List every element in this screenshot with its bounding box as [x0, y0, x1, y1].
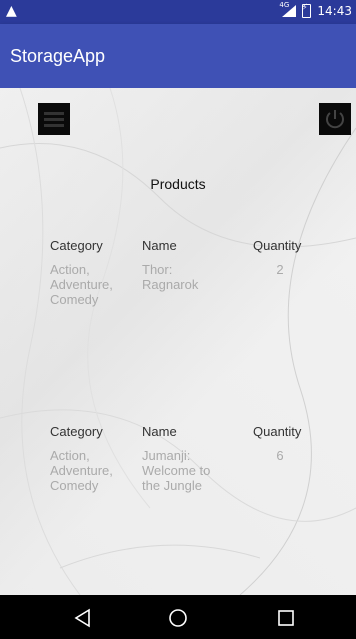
- menu-button[interactable]: [38, 103, 70, 135]
- category-header: Category: [50, 238, 103, 253]
- product-quantity: 6: [276, 448, 284, 463]
- signal-icon: 4G: [279, 1, 297, 17]
- product-name: Thor: Ragnarok: [142, 262, 199, 292]
- app-title: StorageApp: [10, 46, 106, 66]
- clock: 14:43: [317, 4, 352, 18]
- product-category: Action, Adventure, Comedy: [50, 262, 113, 307]
- category-header: Category: [50, 424, 103, 439]
- page-title: Products: [150, 176, 206, 192]
- quantity-header: Quantity: [253, 238, 302, 253]
- navigation-bar: [0, 595, 356, 639]
- product-quantity: 2: [276, 262, 284, 277]
- status-bar: ▲ 4G 14:43: [0, 0, 356, 24]
- logout-button[interactable]: [319, 103, 351, 135]
- name-header: Name: [142, 238, 177, 253]
- product-name: Jumanji: Welcome to the Jungle: [142, 448, 211, 493]
- recents-icon[interactable]: [275, 607, 297, 629]
- status-icons: 4G 14:43: [279, 1, 352, 18]
- back-icon[interactable]: [72, 607, 94, 629]
- name-header: Name: [142, 424, 177, 439]
- power-icon: [326, 110, 344, 129]
- app-bar: StorageApp: [0, 24, 356, 88]
- marble-background: [0, 88, 356, 595]
- warning-icon: ▲: [6, 3, 17, 19]
- product-category: Action, Adventure, Comedy: [50, 448, 113, 493]
- battery-icon: [301, 3, 312, 18]
- quantity-header: Quantity: [253, 424, 302, 439]
- home-icon[interactable]: [167, 607, 189, 629]
- network-type: 4G: [279, 1, 290, 9]
- products-screen: Products Category Name Quantity Action, …: [0, 88, 356, 595]
